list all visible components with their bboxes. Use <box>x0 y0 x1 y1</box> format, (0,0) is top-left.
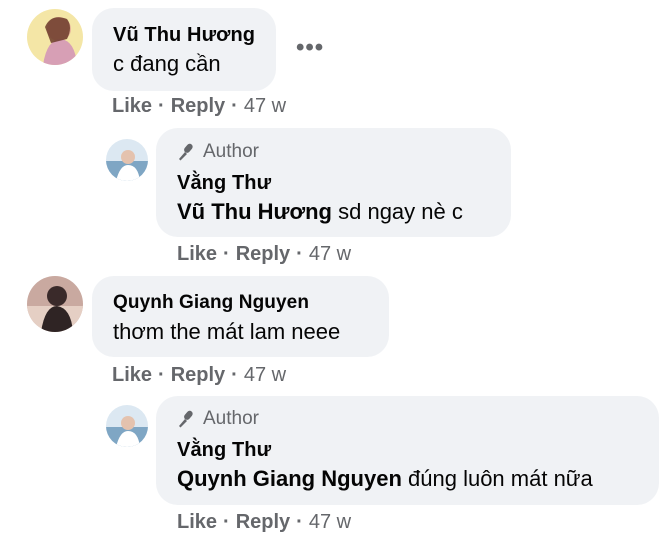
comment-text: c đang cần <box>113 51 221 76</box>
comment-quynh-giang-nguyen: Quynh Giang Nguyen thơm the mát lam neee… <box>0 270 668 395</box>
timestamp[interactable]: 47 w <box>309 243 351 266</box>
comment-bubble <box>92 8 276 91</box>
comment-actions: Like · Reply · 47 w <box>112 364 286 387</box>
reply-vang-thu-2: Author Vằng Thư Quynh Giang Nguyen đúng … <box>0 395 668 536</box>
timestamp[interactable]: 47 w <box>309 511 351 534</box>
avatar[interactable] <box>27 276 83 332</box>
microphone-icon <box>177 142 197 162</box>
comment-body: đúng luôn mát nữa <box>401 466 593 491</box>
like-button[interactable]: Like <box>177 243 217 266</box>
author-label: Author <box>203 408 259 429</box>
mention-link[interactable]: Quynh Giang Nguyen <box>177 466 402 491</box>
commenter-name[interactable]: Vũ Thu Hương <box>113 24 255 47</box>
comment-actions: Like · Reply · 47 w <box>177 511 351 534</box>
separator: · <box>231 95 238 117</box>
reply-button[interactable]: Reply <box>236 243 290 266</box>
author-label: Author <box>203 141 259 162</box>
comment-vu-thu-huong: Vũ Thu Hương c đang cần ••• Like · Reply… <box>0 0 668 125</box>
separator: · <box>223 243 230 265</box>
avatar[interactable] <box>106 405 148 447</box>
mention-link[interactable]: Vũ Thu Hương <box>177 199 332 224</box>
separator: · <box>231 364 238 386</box>
separator: · <box>158 364 165 386</box>
reply-button[interactable]: Reply <box>171 95 225 118</box>
separator: · <box>158 95 165 117</box>
reply-button[interactable]: Reply <box>171 364 225 387</box>
timestamp[interactable]: 47 w <box>244 95 286 118</box>
comment-actions: Like · Reply · 47 w <box>112 95 286 118</box>
comment-text: Vũ Thu Hương sd ngay nè c <box>177 199 463 225</box>
more-options-button[interactable]: ••• <box>296 34 324 62</box>
commenter-name[interactable]: Vằng Thư <box>177 439 271 462</box>
author-badge: Author <box>177 408 259 430</box>
like-button[interactable]: Like <box>177 511 217 534</box>
microphone-icon <box>177 409 197 429</box>
timestamp[interactable]: 47 w <box>244 364 286 387</box>
commenter-name[interactable]: Vằng Thư <box>177 172 271 195</box>
comment-text: thơm the mát lam neee <box>113 319 341 344</box>
like-button[interactable]: Like <box>112 364 152 387</box>
separator: · <box>296 243 303 265</box>
like-button[interactable]: Like <box>112 95 152 118</box>
reply-vang-thu-1: Author Vằng Thư Vũ Thu Hương sd ngay nè … <box>0 125 668 270</box>
avatar[interactable] <box>27 9 83 65</box>
comment-body: sd ngay nè c <box>332 199 463 224</box>
comment-text: Quynh Giang Nguyen đúng luôn mát nữa <box>177 466 593 492</box>
avatar[interactable] <box>106 139 148 181</box>
separator: · <box>223 511 230 533</box>
author-badge: Author <box>177 141 259 163</box>
comment-actions: Like · Reply · 47 w <box>177 243 351 266</box>
reply-button[interactable]: Reply <box>236 511 290 534</box>
commenter-name[interactable]: Quynh Giang Nguyen <box>113 292 309 314</box>
separator: · <box>296 511 303 533</box>
